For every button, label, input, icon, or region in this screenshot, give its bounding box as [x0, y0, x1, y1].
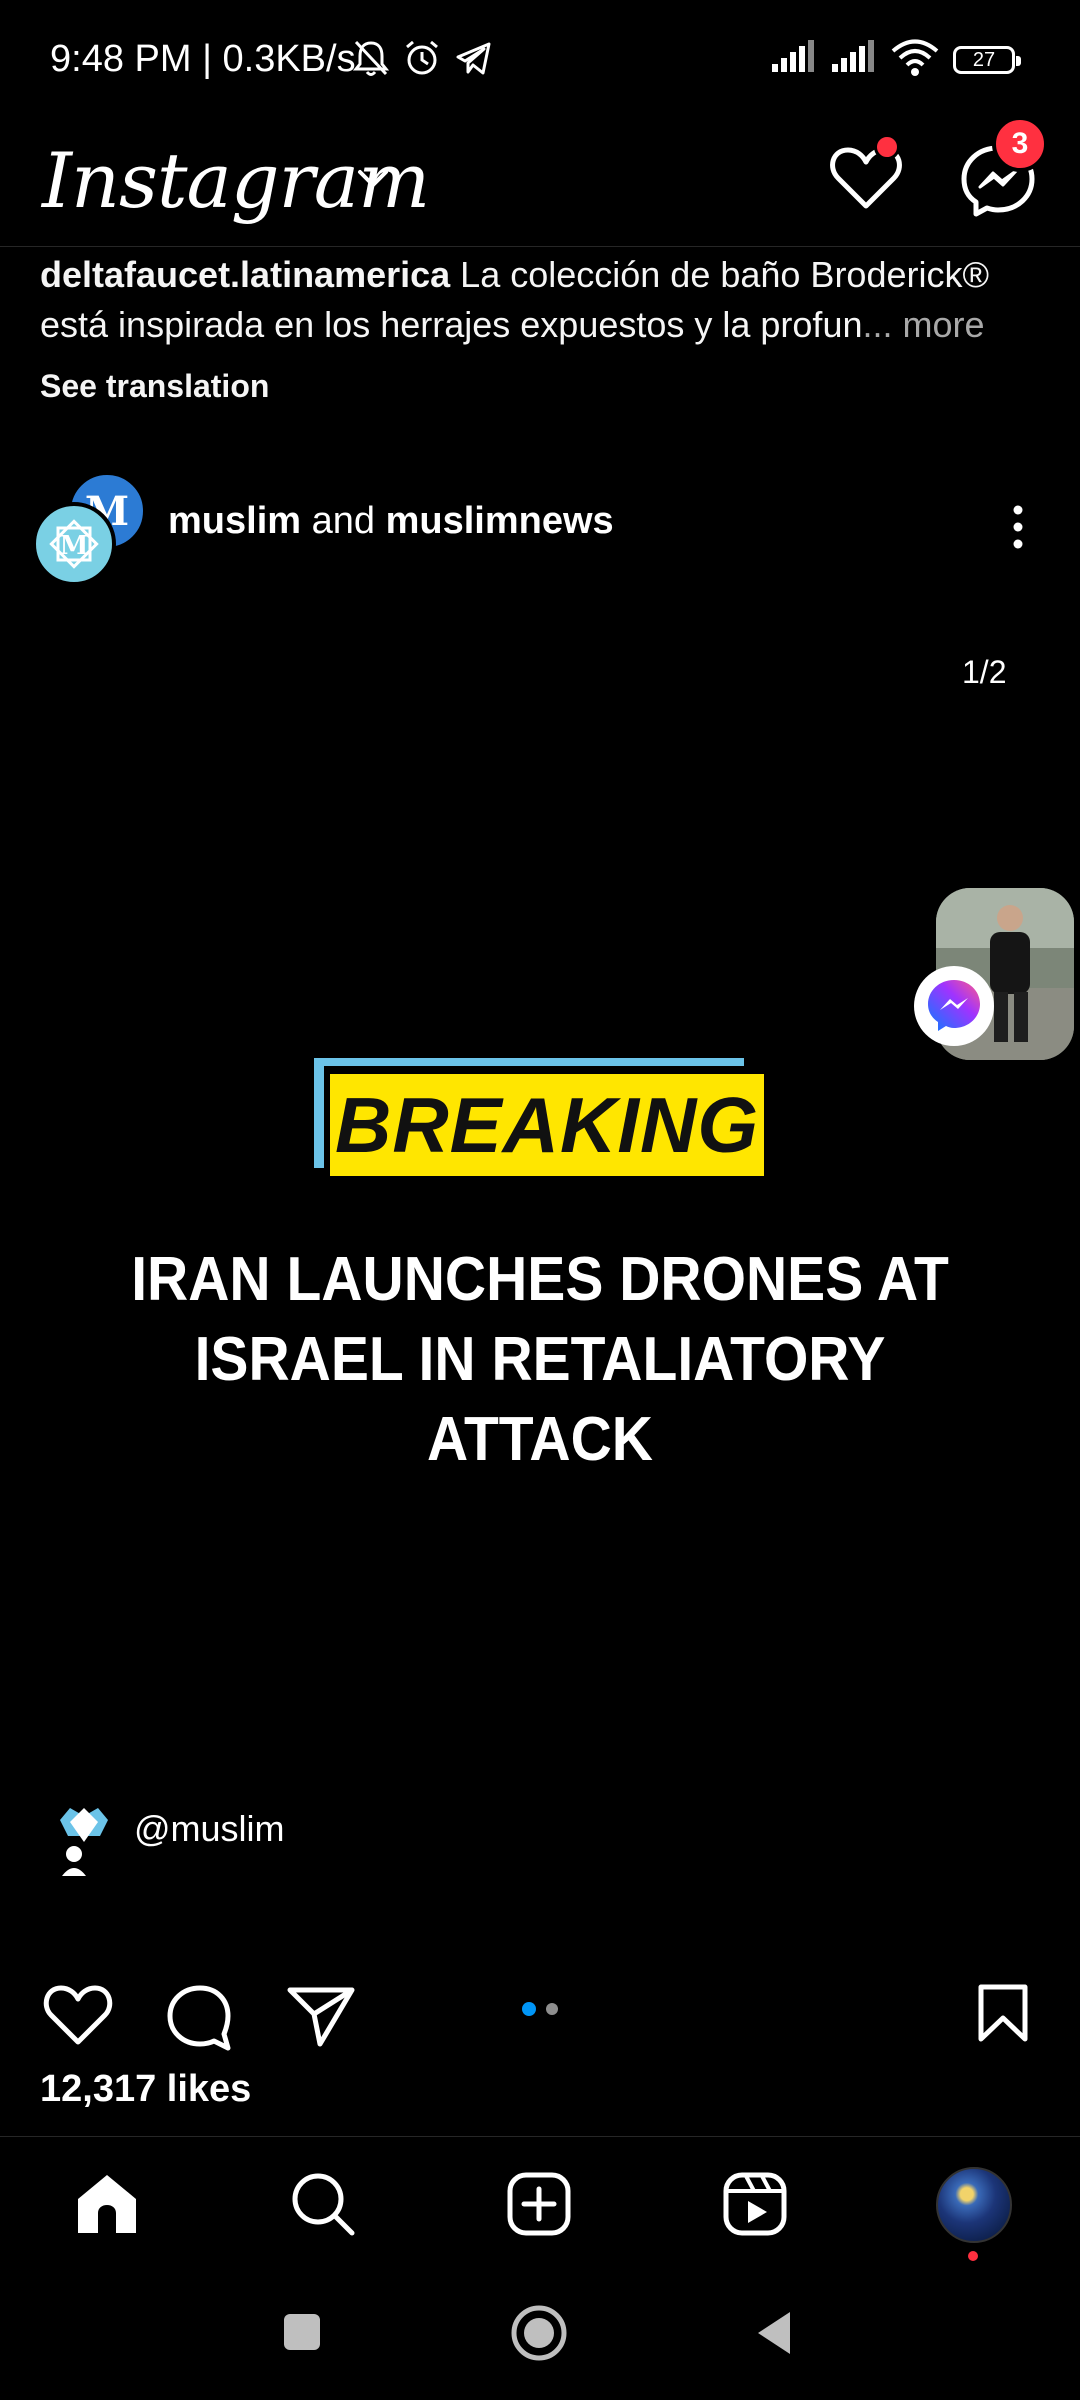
caption-more-link[interactable]: ... more — [862, 304, 984, 345]
author-avatar-muslim[interactable]: M — [32, 502, 116, 586]
author-name-2[interactable]: muslimnews — [386, 500, 614, 542]
more-options-icon[interactable] — [1008, 502, 1028, 552]
signal-strength-icon-2 — [832, 40, 874, 72]
avatar-logo-icon: M — [49, 519, 99, 569]
alarm-icon — [406, 40, 438, 75]
likes-count[interactable]: 12,317 likes — [40, 2068, 251, 2111]
app-header: Instagram 3 — [0, 116, 1080, 247]
messages-badge: 3 — [992, 116, 1048, 172]
profile-avatar[interactable] — [936, 2167, 1012, 2243]
search-icon[interactable] — [288, 2169, 358, 2239]
telegram-icon — [456, 42, 491, 75]
save-bookmark-icon[interactable] — [976, 1982, 1030, 2044]
wifi-icon — [891, 39, 939, 76]
news-headline: IRAN LAUNCHES DRONES AT ISRAEL IN RETALI… — [131, 1245, 949, 1474]
author-joiner: and — [301, 500, 386, 542]
tag-user-icon — [60, 1808, 108, 1876]
battery-indicator: 27 — [953, 46, 1021, 74]
home-icon[interactable] — [72, 2169, 142, 2239]
post-media[interactable]: 1/2 BREAKING IRAN LAUNCHES DRONES AT ISR… — [0, 590, 1080, 1930]
avatar-letter: M — [60, 531, 89, 561]
chat-head-messenger-badge[interactable] — [914, 966, 994, 1046]
caption-username[interactable]: deltafaucet.latinamerica — [40, 254, 450, 295]
recent-apps-icon[interactable] — [282, 2312, 322, 2352]
profile-notification-dot — [968, 2251, 978, 2261]
carousel-dot — [546, 2003, 558, 2015]
back-button-icon[interactable] — [754, 2308, 794, 2358]
like-heart-icon[interactable] — [42, 1982, 114, 2048]
signal-strength-icon-1 — [772, 40, 814, 72]
previous-post-caption: deltafaucet.latinamerica La colección de… — [40, 250, 1050, 350]
messenger-logo-icon — [928, 980, 980, 1031]
see-translation-link[interactable]: See translation — [40, 368, 269, 405]
notification-dot — [874, 134, 900, 160]
post-header: M M muslim and muslimnews — [0, 470, 1080, 586]
author-name-1[interactable]: muslim — [168, 500, 301, 542]
post-authors: muslim and muslimnews — [168, 500, 614, 543]
status-bar: 9:48 PM | 0.3KB/s 27 — [0, 0, 1080, 120]
carousel-counter: 1/2 — [962, 654, 1007, 690]
comment-icon[interactable] — [164, 1982, 234, 2052]
create-post-icon[interactable] — [504, 2169, 574, 2239]
home-button-icon[interactable] — [510, 2304, 568, 2362]
post-action-bar — [0, 1960, 1080, 2060]
chevron-down-icon[interactable] — [356, 166, 390, 190]
breaking-banner: BREAKING — [314, 1058, 764, 1176]
status-time: 9:48 PM | 0.3KB/s — [50, 38, 356, 80]
carousel-dot-active — [522, 2002, 536, 2016]
share-send-icon[interactable] — [286, 1982, 356, 2048]
mute-bell-icon — [352, 40, 390, 76]
tagged-username[interactable]: @muslim — [134, 1808, 285, 1850]
system-navigation-bar — [0, 2266, 1080, 2400]
breaking-label: BREAKING — [330, 1074, 764, 1176]
reels-icon[interactable] — [720, 2169, 790, 2239]
bottom-navigation — [0, 2136, 1080, 2267]
